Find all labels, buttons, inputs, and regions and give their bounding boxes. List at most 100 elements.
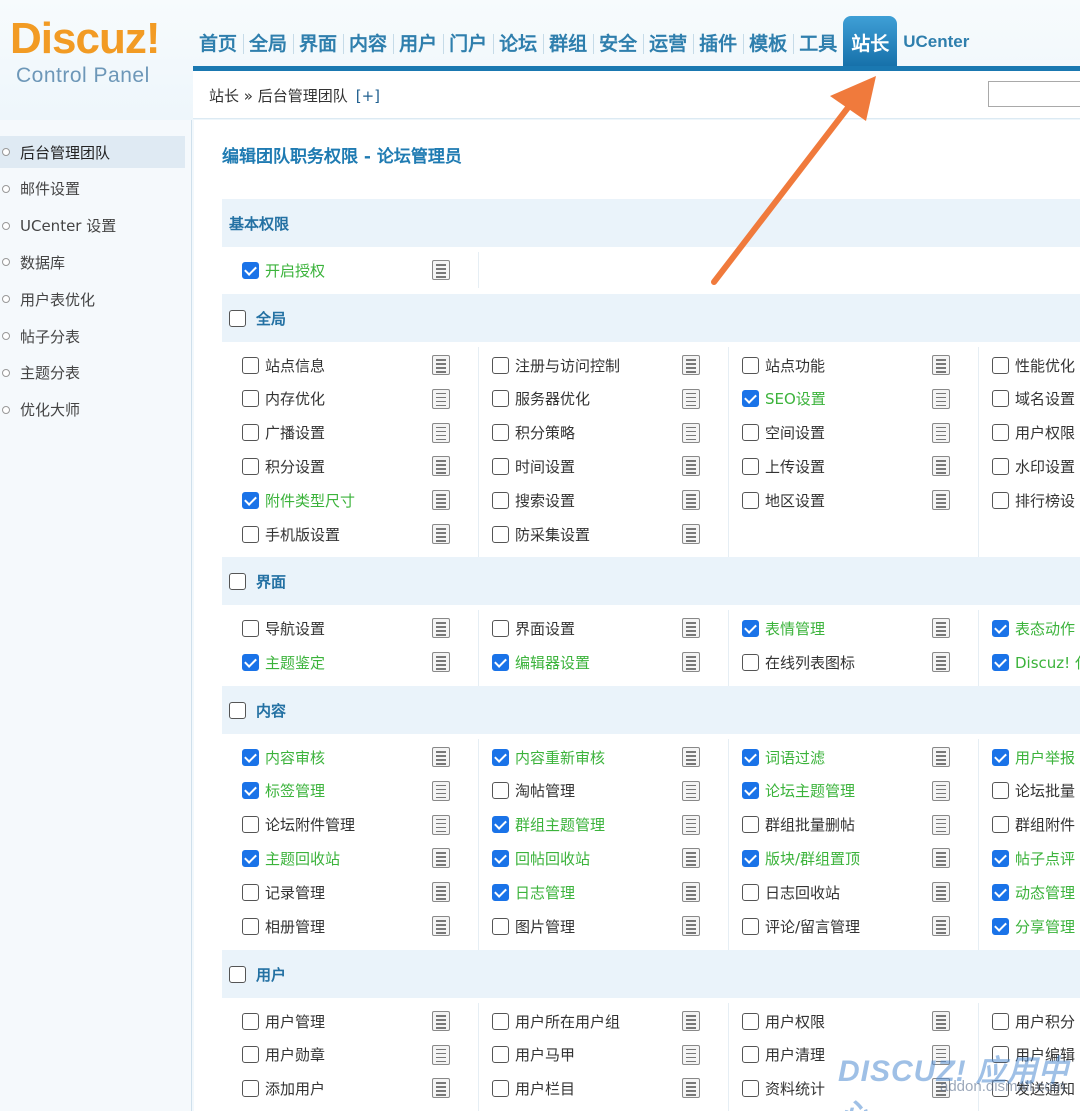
permission-checkbox[interactable]	[242, 491, 259, 509]
nav-tab[interactable]: UCenter	[897, 16, 975, 68]
permission-item[interactable]: 导航设置	[242, 614, 325, 642]
permission-checkbox[interactable]	[492, 619, 509, 637]
doc-icon[interactable]	[432, 260, 450, 280]
permission-checkbox[interactable]	[742, 849, 759, 867]
permission-item[interactable]: 搜索设置	[492, 486, 575, 514]
doc-icon[interactable]	[932, 848, 950, 869]
permission-item[interactable]: 内容审核	[242, 743, 325, 771]
permission-checkbox[interactable]	[742, 1046, 759, 1063]
permission-checkbox[interactable]	[492, 1012, 509, 1030]
doc-icon[interactable]	[932, 388, 950, 409]
permission-item[interactable]: 表态动作	[992, 614, 1075, 642]
doc-icon[interactable]	[432, 1044, 450, 1065]
permission-checkbox[interactable]	[242, 1012, 259, 1030]
doc-icon[interactable]	[432, 456, 450, 477]
doc-icon[interactable]	[432, 747, 450, 767]
permission-checkbox[interactable]	[992, 883, 1009, 901]
permission-checkbox[interactable]	[742, 1012, 759, 1030]
search-input[interactable]	[988, 81, 1080, 107]
permission-checkbox[interactable]	[492, 491, 509, 509]
permission-checkbox[interactable]	[742, 816, 759, 834]
doc-icon[interactable]	[932, 882, 950, 903]
permission-item[interactable]: 群组批量删帖	[742, 811, 855, 839]
doc-icon[interactable]	[432, 422, 450, 443]
sidebar-item[interactable]: 后台管理团队	[0, 136, 185, 168]
permission-item[interactable]: 论坛主题管理	[742, 777, 855, 805]
doc-icon[interactable]	[432, 1078, 450, 1098]
permission-item[interactable]: 主题鉴定	[242, 648, 325, 676]
permission-checkbox[interactable]	[992, 917, 1009, 935]
sidebar-item[interactable]: 帖子分表	[0, 320, 185, 352]
doc-icon[interactable]	[682, 652, 700, 672]
permission-checkbox[interactable]	[242, 1079, 259, 1097]
permission-item[interactable]: 手机版设置	[242, 520, 340, 548]
permission-item[interactable]: 群组附件	[992, 811, 1075, 839]
doc-icon[interactable]	[432, 618, 450, 638]
doc-icon[interactable]	[932, 355, 950, 375]
nav-tab[interactable]: 模板	[743, 16, 793, 68]
nav-tab[interactable]: 安全	[593, 16, 643, 68]
doc-icon[interactable]	[432, 780, 450, 801]
doc-icon[interactable]	[932, 618, 950, 638]
doc-icon[interactable]	[432, 882, 450, 903]
permission-item[interactable]: 分享管理	[992, 912, 1075, 940]
nav-tab[interactable]: 工具	[793, 16, 843, 68]
permission-checkbox[interactable]	[992, 653, 1009, 671]
permission-item[interactable]: 评论/留言管理	[742, 912, 860, 940]
permission-checkbox[interactable]	[242, 849, 259, 867]
permission-checkbox[interactable]	[742, 917, 759, 935]
section-select-all-checkbox[interactable]	[229, 309, 246, 327]
doc-icon[interactable]	[432, 388, 450, 409]
permission-checkbox[interactable]	[242, 457, 259, 475]
doc-icon[interactable]	[432, 1011, 450, 1031]
nav-tab[interactable]: 插件	[693, 16, 743, 68]
permission-checkbox[interactable]	[742, 424, 759, 442]
nav-tab[interactable]: 界面	[293, 16, 343, 68]
permission-item[interactable]: 添加用户	[242, 1074, 325, 1102]
doc-icon[interactable]	[682, 456, 700, 477]
doc-icon[interactable]	[932, 780, 950, 801]
permission-item[interactable]: 用户勋章	[242, 1041, 325, 1069]
permission-item[interactable]: 内存优化	[242, 385, 325, 413]
breadcrumb-add-button[interactable]: [+]	[356, 87, 380, 105]
permission-checkbox[interactable]	[992, 849, 1009, 867]
permission-item[interactable]: 用户马甲	[492, 1041, 575, 1069]
doc-icon[interactable]	[932, 652, 950, 672]
doc-icon[interactable]	[932, 422, 950, 443]
permission-checkbox[interactable]	[992, 424, 1009, 442]
doc-icon[interactable]	[682, 355, 700, 375]
permission-checkbox[interactable]	[992, 390, 1009, 408]
permission-checkbox[interactable]	[992, 816, 1009, 834]
doc-icon[interactable]	[682, 618, 700, 638]
permission-item[interactable]: 淘帖管理	[492, 777, 575, 805]
permission-item[interactable]: 主题回收站	[242, 844, 340, 872]
permission-checkbox[interactable]	[742, 782, 759, 800]
doc-icon[interactable]	[432, 814, 450, 835]
doc-icon[interactable]	[682, 1011, 700, 1031]
nav-tab[interactable]: 内容	[343, 16, 393, 68]
permission-item[interactable]: 注册与访问控制	[492, 351, 620, 379]
permission-item[interactable]: 图片管理	[492, 912, 575, 940]
nav-tab[interactable]: 首页	[193, 16, 243, 68]
sidebar-item[interactable]: 数据库	[0, 246, 185, 278]
permission-checkbox[interactable]	[242, 525, 259, 543]
permission-item[interactable]: 记录管理	[242, 878, 325, 906]
logo[interactable]: Discuz! Control Panel	[0, 0, 192, 110]
doc-icon[interactable]	[682, 422, 700, 443]
permission-item[interactable]: 站点信息	[242, 351, 325, 379]
permission-checkbox[interactable]	[242, 261, 259, 279]
doc-icon[interactable]	[432, 652, 450, 672]
permission-checkbox[interactable]	[492, 782, 509, 800]
nav-tab[interactable]: 群组	[543, 16, 593, 68]
doc-icon[interactable]	[682, 1044, 700, 1065]
permission-checkbox[interactable]	[492, 356, 509, 374]
permission-checkbox[interactable]	[242, 782, 259, 800]
permission-item[interactable]: 日志回收站	[742, 878, 840, 906]
permission-item[interactable]: 界面设置	[492, 614, 575, 642]
sidebar-item[interactable]: UCenter 设置	[0, 210, 185, 242]
permission-item[interactable]: 附件类型尺寸	[242, 486, 355, 514]
permission-item[interactable]: 上传设置	[742, 452, 825, 480]
permission-checkbox[interactable]	[742, 619, 759, 637]
permission-item[interactable]: 地区设置	[742, 486, 825, 514]
permission-checkbox[interactable]	[742, 883, 759, 901]
